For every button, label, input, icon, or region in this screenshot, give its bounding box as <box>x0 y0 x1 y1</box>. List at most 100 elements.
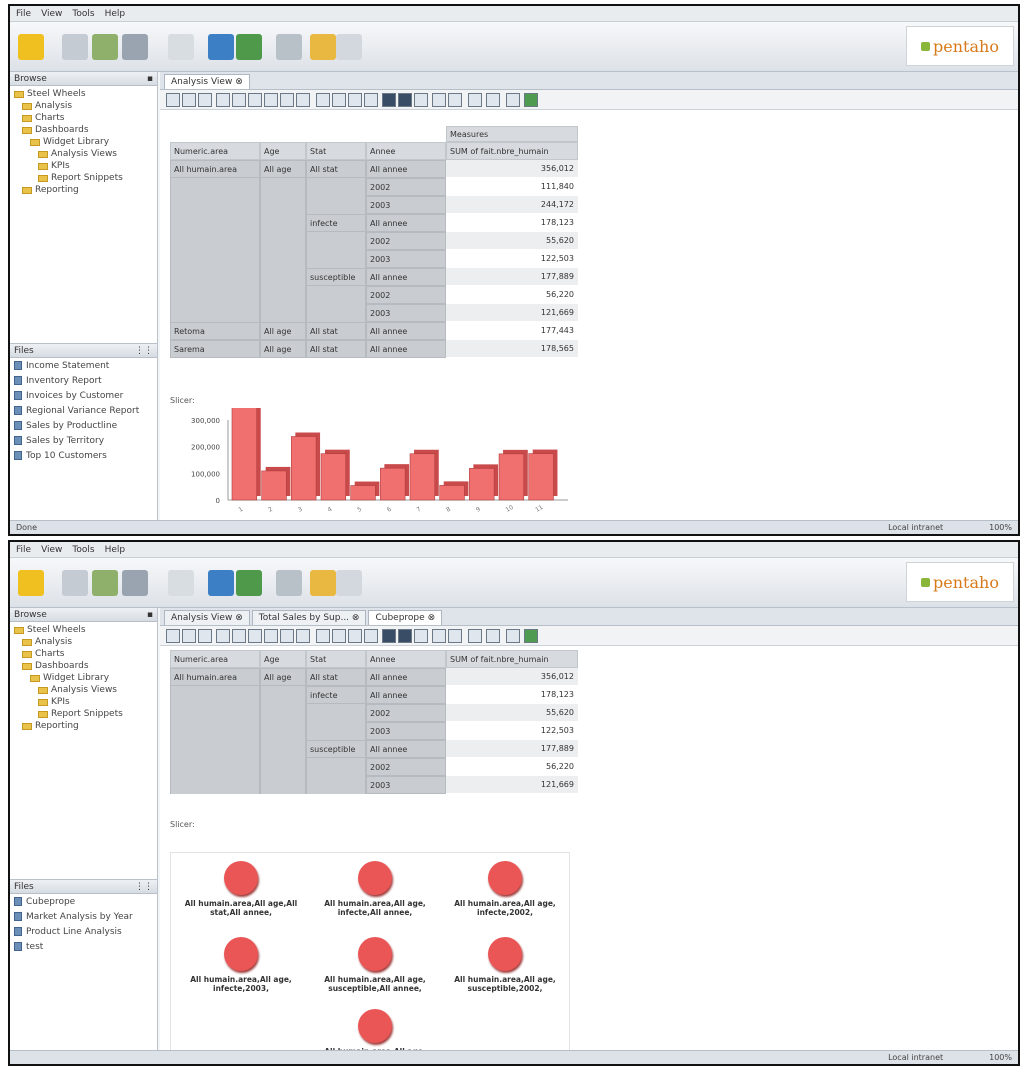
member-cell[interactable] <box>170 758 260 776</box>
member-cell[interactable]: 2002 <box>366 704 446 722</box>
tree-node[interactable]: Steel Wheels <box>12 88 157 100</box>
pie-slice[interactable] <box>224 937 258 971</box>
pin-icon[interactable]: ▪ <box>147 610 153 620</box>
chart-config-icon[interactable] <box>364 629 378 643</box>
file-item[interactable]: Cubeprope <box>10 894 157 909</box>
member-cell[interactable] <box>260 178 306 196</box>
member-cell[interactable] <box>306 196 366 214</box>
column-header[interactable]: Annee <box>366 650 446 668</box>
cube-navigator-icon[interactable] <box>166 629 180 643</box>
menu-file[interactable]: File <box>16 545 31 555</box>
member-cell[interactable] <box>260 214 306 232</box>
member-cell[interactable]: All annee <box>366 686 446 704</box>
pie-slice[interactable] <box>358 1009 392 1043</box>
measure-header[interactable]: SUM of fait.nbre_humain <box>446 142 578 160</box>
drill-replace-icon[interactable] <box>316 629 330 643</box>
view-options-icon[interactable]: ⋮⋮ <box>135 882 153 892</box>
drill-position-icon[interactable] <box>296 629 310 643</box>
save-icon[interactable] <box>122 34 148 60</box>
member-cell[interactable]: 2003 <box>366 722 446 740</box>
excel-icon[interactable] <box>414 93 428 107</box>
pie-slice[interactable] <box>358 937 392 971</box>
file-item[interactable]: Sales by Productline <box>10 418 157 433</box>
new-action-icon[interactable] <box>18 570 44 596</box>
hide-empty-icon[interactable] <box>248 93 262 107</box>
member-cell[interactable]: All annee <box>366 160 446 178</box>
file-item[interactable]: Income Statement <box>10 358 157 373</box>
member-cell[interactable] <box>170 704 260 722</box>
member-cell[interactable]: All stat <box>306 322 366 340</box>
column-header[interactable]: Stat <box>306 650 366 668</box>
print-icon[interactable] <box>276 570 302 596</box>
tree-node[interactable]: Steel Wheels <box>12 624 157 636</box>
member-cell[interactable] <box>170 214 260 232</box>
member-cell[interactable] <box>170 722 260 740</box>
cube-navigator-icon[interactable] <box>166 93 180 107</box>
file-item[interactable]: Inventory Report <box>10 373 157 388</box>
member-cell[interactable]: All stat <box>306 340 366 358</box>
show-parents-icon[interactable] <box>232 629 246 643</box>
file-item[interactable]: Product Line Analysis <box>10 924 157 939</box>
print-icon[interactable] <box>276 34 302 60</box>
member-cell[interactable] <box>260 250 306 268</box>
refresh-icon[interactable] <box>432 629 446 643</box>
member-cell[interactable]: All age <box>260 340 306 358</box>
member-cell[interactable]: All annee <box>366 668 446 686</box>
member-cell[interactable]: 2002 <box>366 232 446 250</box>
export-icon[interactable] <box>506 629 520 643</box>
menu-help[interactable]: Help <box>105 9 126 19</box>
scheduler-icon[interactable] <box>236 34 262 60</box>
tree-node[interactable]: Widget Library <box>12 136 157 148</box>
file-item[interactable]: Market Analysis by Year <box>10 909 157 924</box>
swap-axes-icon[interactable] <box>264 93 278 107</box>
member-cell[interactable] <box>260 232 306 250</box>
member-cell[interactable] <box>260 686 306 704</box>
member-cell[interactable] <box>260 776 306 794</box>
tree-node[interactable]: Reporting <box>12 720 157 732</box>
member-cell[interactable]: All annee <box>366 268 446 286</box>
pie-slice[interactable] <box>224 861 258 895</box>
member-cell[interactable]: 2003 <box>366 776 446 794</box>
tree-node[interactable]: Charts <box>12 112 157 124</box>
member-cell[interactable] <box>170 196 260 214</box>
column-header[interactable]: Numeric.area <box>170 650 260 668</box>
member-cell[interactable]: All age <box>260 322 306 340</box>
column-header[interactable]: Stat <box>306 142 366 160</box>
menu-view[interactable]: View <box>41 545 62 555</box>
scheduler-icon[interactable] <box>236 570 262 596</box>
olap-query-icon[interactable] <box>198 93 212 107</box>
member-cell[interactable] <box>170 232 260 250</box>
column-header[interactable]: Age <box>260 142 306 160</box>
pdf-icon[interactable] <box>398 93 412 107</box>
new-action-icon[interactable] <box>18 34 44 60</box>
options-icon[interactable] <box>524 93 538 107</box>
measure-header[interactable]: SUM of fait.nbre_humain <box>446 650 578 668</box>
excel-icon[interactable] <box>414 629 428 643</box>
member-cell[interactable]: 2003 <box>366 250 446 268</box>
member-cell[interactable]: Sarema <box>170 340 260 358</box>
member-cell[interactable]: All annee <box>366 340 446 358</box>
member-cell[interactable]: All stat <box>306 668 366 686</box>
member-cell[interactable]: All annee <box>366 214 446 232</box>
member-cell[interactable] <box>260 196 306 214</box>
member-cell[interactable] <box>170 776 260 794</box>
menu-file[interactable]: File <box>16 9 31 19</box>
options-icon[interactable] <box>524 629 538 643</box>
member-cell[interactable] <box>306 286 366 304</box>
chart-icon[interactable] <box>348 93 362 107</box>
mdx-icon[interactable] <box>182 93 196 107</box>
member-cell[interactable] <box>260 740 306 758</box>
save-icon[interactable] <box>122 570 148 596</box>
zoom-level[interactable]: 100% <box>989 1053 1012 1062</box>
member-cell[interactable] <box>306 232 366 250</box>
drill-replace-icon[interactable] <box>316 93 330 107</box>
pie-slice[interactable] <box>358 861 392 895</box>
upload-icon[interactable] <box>310 570 336 596</box>
member-cell[interactable]: All humain.area <box>170 668 260 686</box>
save-as-icon[interactable] <box>468 629 482 643</box>
drill-position-icon[interactable] <box>296 93 310 107</box>
member-cell[interactable]: infecte <box>306 686 366 704</box>
member-cell[interactable] <box>170 178 260 196</box>
tree-node[interactable]: Report Snippets <box>12 708 157 720</box>
mdx-icon[interactable] <box>182 629 196 643</box>
